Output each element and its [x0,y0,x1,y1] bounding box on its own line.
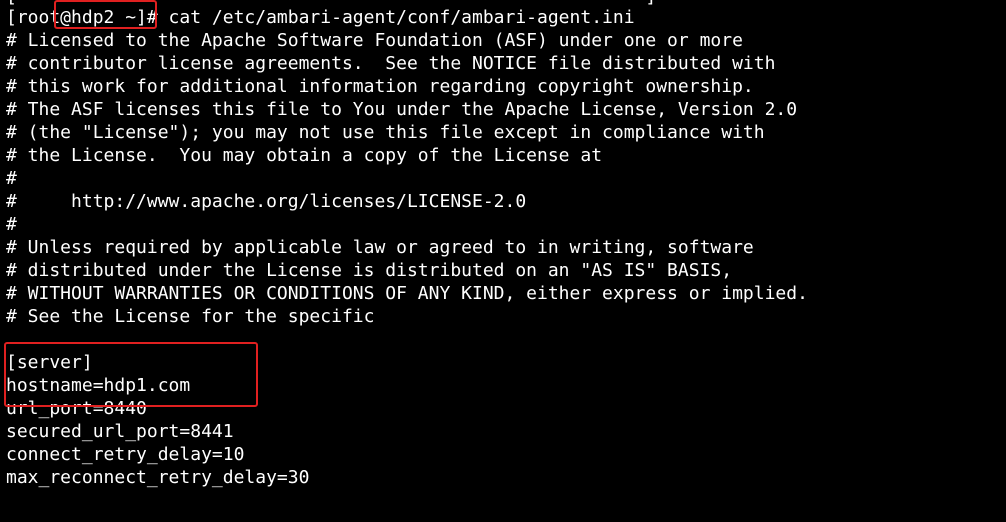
config-section-server: [server] [6,352,93,373]
terminal-window[interactable]: [ ] [root@hdp2 ~]# cat /etc/ambari-agent… [0,0,1006,522]
config-secured-url-port: secured_url_port=8441 [6,421,234,442]
config-url-port: url_port=8440 [6,398,147,419]
output-line: # See the License for the specific [6,306,375,327]
shell-command: cat /etc/ambari-agent/conf/ambari-agent.… [157,7,635,28]
output-line: # this work for additional information r… [6,76,754,97]
output-line: # (the "License"); you may not use this … [6,122,765,143]
output-line: # Unless required by applicable law or a… [6,237,754,258]
output-line: # the License. You may obtain a copy of … [6,145,603,166]
output-line: # [6,168,17,189]
config-max-reconnect-retry-delay: max_reconnect_retry_delay=30 [6,467,310,488]
terminal-command-line: [root@hdp2 ~]# cat /etc/ambari-agent/con… [6,6,635,29]
config-connect-retry-delay: connect_retry_delay=10 [6,444,245,465]
output-line: # The ASF licenses this file to You unde… [6,99,798,120]
output-line: # [6,214,17,235]
output-line: # contributor license agreements. See th… [6,53,776,74]
output-line: # http://www.apache.org/licenses/LICENSE… [6,191,527,212]
shell-prompt: [root@hdp2 ~]# [6,7,158,28]
output-line: # WITHOUT WARRANTIES OR CONDITIONS OF AN… [6,283,808,304]
output-line: # distributed under the License is distr… [6,260,733,281]
output-line: # Licensed to the Apache Software Founda… [6,30,743,51]
config-hostname: hostname=hdp1.com [6,375,191,396]
